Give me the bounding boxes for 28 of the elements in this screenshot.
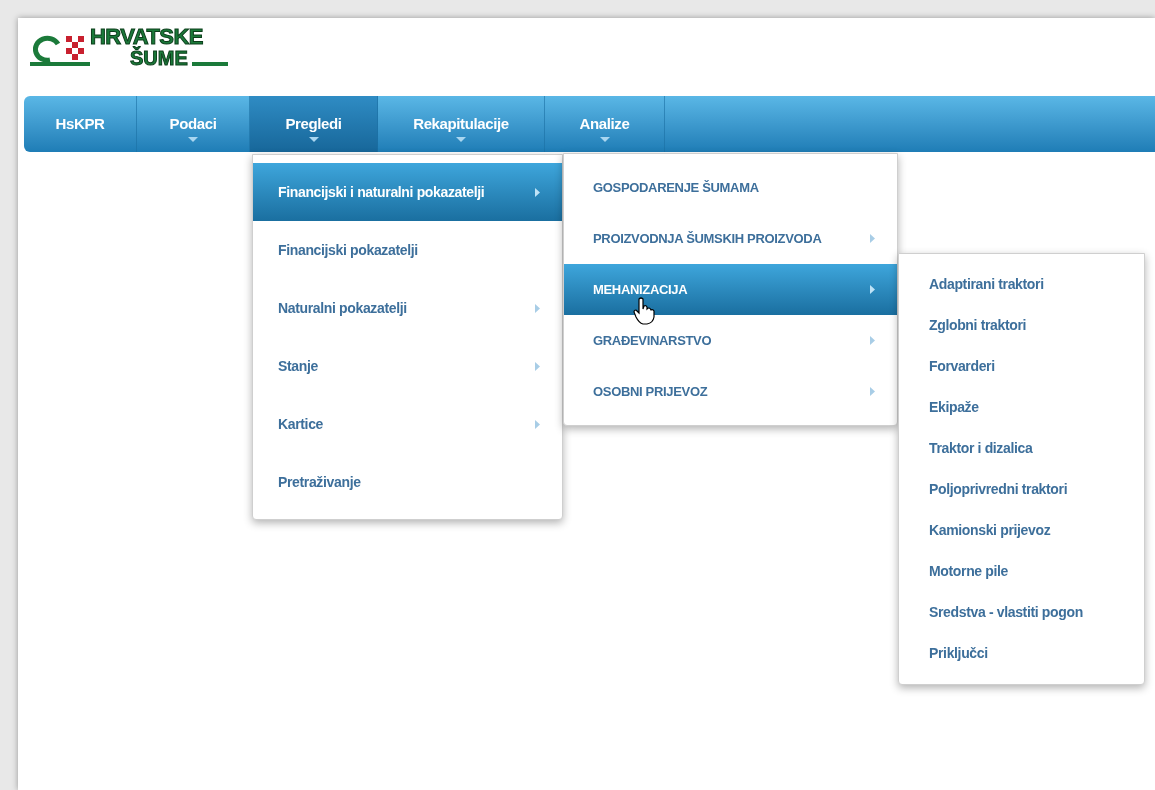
menu-item[interactable]: GRAĐEVINARSTVO [564, 315, 897, 366]
menu-item[interactable]: Adaptirani traktori [899, 264, 1144, 305]
menu-item[interactable]: Ekipaže [899, 387, 1144, 428]
logo-text: ŠUME [130, 48, 188, 68]
nav-tab[interactable]: Analize [545, 96, 665, 152]
menu-item[interactable]: OSOBNI PRIJEVOZ [564, 366, 897, 417]
nav-tab[interactable]: Rekapitulacije [378, 96, 545, 152]
menu-item[interactable]: Poljoprivredni traktori [899, 469, 1144, 510]
menu-item[interactable]: Motorne pile [899, 551, 1144, 592]
hand-cursor-icon [633, 297, 655, 325]
nav-tab[interactable]: Pregledi [250, 96, 378, 152]
menu-item[interactable]: Pretraživanje [253, 453, 562, 511]
menu-item[interactable]: Kamionski prijevoz [899, 510, 1144, 551]
menu-item[interactable]: Priključci [899, 633, 1144, 674]
menu-item[interactable]: Kartice [253, 395, 562, 453]
menu-item[interactable]: Forvarderi [899, 346, 1144, 387]
menu-item[interactable]: MEHANIZACIJA [564, 264, 897, 315]
menu-item[interactable]: Traktor i dizalica [899, 428, 1144, 469]
logo-icon [28, 34, 90, 68]
nav-tab[interactable]: HsKPR [24, 96, 137, 152]
menu-item[interactable]: Financijski i naturalni pokazatelji [253, 163, 562, 221]
menu-item[interactable]: Stanje [253, 337, 562, 395]
menu-item[interactable]: Naturalni pokazatelji [253, 279, 562, 337]
menu-item[interactable]: GOSPODARENJE ŠUMAMA [564, 162, 897, 213]
menu-item[interactable]: Zglobni traktori [899, 305, 1144, 346]
menu-item[interactable]: Sredstva - vlastiti pogon [899, 592, 1144, 633]
menu-item[interactable]: PROIZVODNJA ŠUMSKIH PROIZVODA [564, 213, 897, 264]
menu-item[interactable]: Financijski pokazatelji [253, 221, 562, 279]
